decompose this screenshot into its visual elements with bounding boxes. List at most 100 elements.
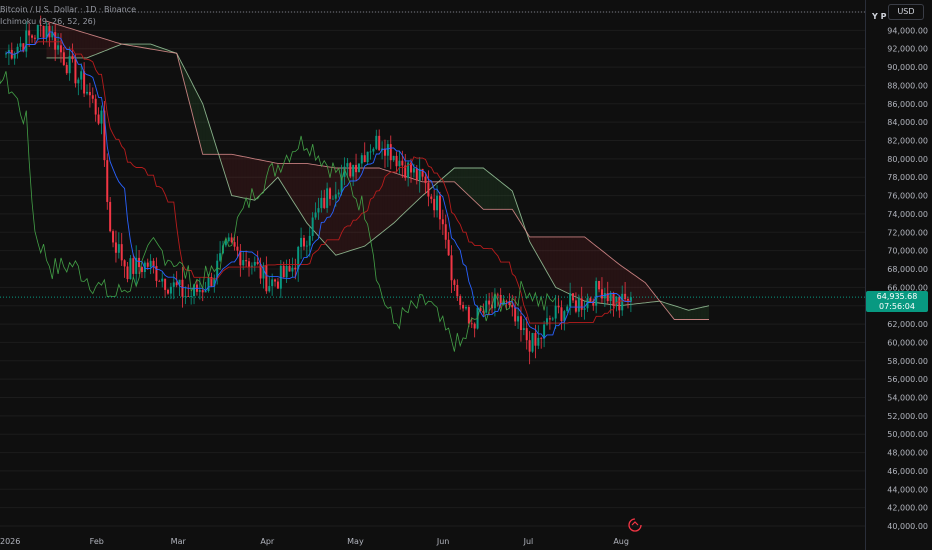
candle-body [112, 231, 115, 243]
candle-body [181, 279, 184, 297]
time-tick-label: 2026 [0, 537, 21, 546]
reload-icon[interactable] [628, 518, 642, 532]
cloud-segment [387, 170, 391, 228]
candle-body [566, 306, 569, 312]
indicator-label[interactable]: Ichimoku (9, 26, 52, 26) [0, 16, 136, 28]
candle-body [624, 293, 627, 300]
candle-body [569, 293, 572, 307]
price-axis[interactable]: 94,000.00 92,000.00 90,000.00 88,000.00 86,0… [865, 0, 932, 550]
candle-body [415, 168, 418, 181]
candle-body [138, 257, 141, 268]
price-tick-label: 54,000.00 [887, 394, 928, 403]
cloud-segment [379, 168, 383, 235]
candle-body [19, 43, 22, 47]
price-tick-label: 86,000.00 [887, 100, 928, 109]
candle-body [346, 163, 349, 167]
candle-body [560, 307, 563, 322]
candle-body [117, 244, 120, 253]
candle-body [485, 300, 488, 313]
candle-body [169, 286, 172, 294]
candle-body [372, 148, 375, 152]
price-tick-label: 92,000.00 [887, 45, 928, 54]
candle-body [517, 316, 520, 322]
cloud-segment [416, 179, 420, 202]
candle-body [248, 261, 251, 267]
candle-body [548, 318, 551, 320]
cloud-segment [575, 236, 579, 299]
cloud-segment [58, 24, 61, 58]
candle-body [129, 258, 132, 280]
candle-body [57, 45, 60, 50]
candle-body [245, 260, 248, 262]
price-chart[interactable] [0, 0, 865, 533]
candle-body [126, 266, 129, 280]
cloud-segment [104, 38, 108, 52]
candle-body [366, 151, 369, 163]
candle-body [369, 151, 372, 153]
candle-body [337, 192, 340, 195]
candle-body [537, 337, 540, 346]
cloud-segment [486, 170, 490, 210]
candle-body [302, 237, 305, 247]
cloud-segment [552, 236, 556, 288]
cloud-segment [555, 236, 559, 289]
candle-body [534, 332, 537, 346]
cloud-segment [286, 163, 290, 196]
cloud-segment [393, 172, 397, 224]
candle-body [265, 265, 268, 292]
time-axis[interactable]: 2026 Feb Mar Apr May Jun Jul Aug [0, 533, 865, 550]
cloud-segment [468, 168, 472, 199]
price-tick-label: 48,000.00 [887, 449, 928, 458]
candle-body [62, 52, 65, 65]
price-tick-label: 40,000.00 [887, 522, 928, 531]
candle-body [94, 98, 97, 115]
cloud-segment [390, 171, 394, 226]
candle-body [83, 71, 86, 94]
cloud-segment [370, 168, 374, 242]
cloud-segment [694, 308, 698, 320]
cloud-segment [344, 168, 348, 253]
cloud-segment [691, 308, 695, 320]
candle-body [311, 217, 314, 236]
cloud-segment [639, 278, 643, 304]
cloud-segment [471, 168, 475, 202]
cloud-segment [98, 37, 102, 54]
cloud-segment [564, 236, 568, 293]
candle-body [187, 296, 190, 297]
candle-body [447, 239, 450, 256]
cloud-segment [243, 156, 247, 199]
cloud-segment [697, 307, 701, 320]
cloud-segment [503, 184, 507, 210]
cloud-segment [546, 236, 550, 278]
cloud-segment [549, 236, 553, 283]
candle-body [363, 155, 366, 163]
price-tick-label: 74,000.00 [887, 210, 928, 219]
candle-body [545, 318, 548, 325]
candle-body [398, 160, 401, 167]
candle-body [132, 258, 135, 274]
last-price-value: 64,935.68 [876, 292, 918, 301]
candle-body [276, 281, 279, 289]
candle-body [514, 307, 517, 322]
time-tick-label: May [347, 537, 364, 546]
candle-body [233, 242, 236, 247]
candle-body [378, 135, 381, 151]
candle-body [114, 242, 117, 253]
candle-body [389, 144, 392, 161]
cloud-segment [260, 160, 264, 195]
cloud-segment [463, 168, 466, 193]
cloud-segment [509, 188, 513, 210]
candle-body [505, 301, 508, 302]
candle-body [600, 289, 603, 299]
candle-body [152, 260, 155, 267]
cloud-segment [257, 159, 261, 198]
candle-body [158, 280, 161, 282]
cloud-segment [196, 92, 200, 144]
candle-body [427, 183, 430, 197]
candle-body [395, 155, 398, 167]
candle-body [583, 308, 586, 310]
price-tick-label: 82,000.00 [887, 137, 928, 146]
cloud-segment [706, 305, 709, 320]
cloud-segment [234, 154, 238, 197]
candle-body [612, 292, 615, 306]
